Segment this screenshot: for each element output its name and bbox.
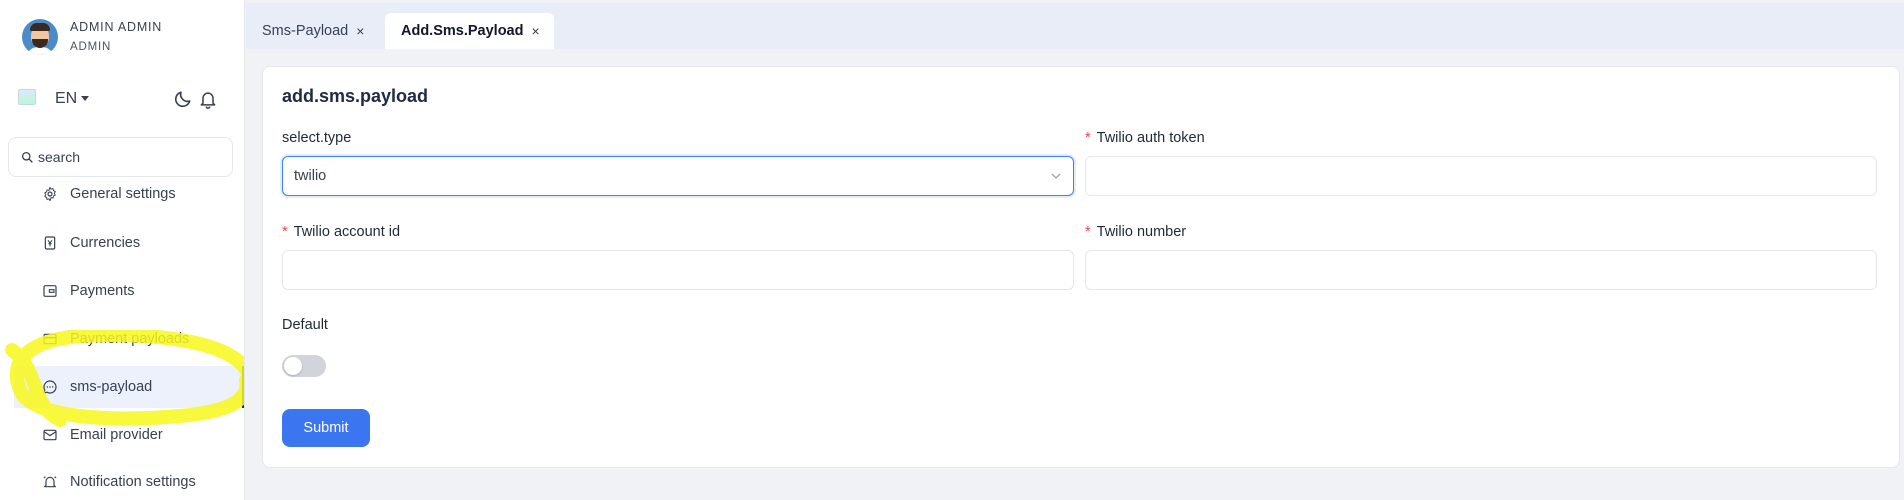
select-type-value: twilio bbox=[294, 168, 327, 184]
account-id-label: * Twilio account id bbox=[282, 224, 401, 240]
sidebar-item-payments[interactable]: Payments bbox=[0, 270, 244, 312]
tab-label: Add.Sms.Payload bbox=[401, 23, 524, 39]
chat-bubble-icon bbox=[43, 380, 57, 394]
moon-icon[interactable] bbox=[173, 89, 193, 109]
twilio-number-input[interactable] bbox=[1085, 250, 1877, 290]
user-role: ADMIN bbox=[70, 41, 112, 53]
caret-down-icon bbox=[81, 96, 90, 102]
sidebar-item-label: Payment payloads bbox=[70, 331, 190, 347]
toggle-knob bbox=[284, 357, 302, 375]
sidebar-item-email-provider[interactable]: Email provider bbox=[0, 414, 244, 456]
sidebar-toolbar: EN bbox=[18, 86, 223, 112]
currency-icon bbox=[44, 236, 56, 250]
sidebar-item-label: sms-payload bbox=[70, 379, 153, 395]
wallet-icon bbox=[43, 285, 57, 297]
search-icon bbox=[21, 151, 33, 163]
default-toggle[interactable] bbox=[282, 355, 326, 377]
sidebar-item-label: General settings bbox=[70, 186, 176, 202]
sidebar-item-label: Email provider bbox=[70, 427, 163, 443]
submit-button[interactable]: Submit bbox=[282, 409, 370, 447]
sidebar-item-sms-payload[interactable]: sms-payload bbox=[14, 366, 244, 408]
language-label: EN bbox=[55, 90, 78, 107]
page-title: add.sms.payload bbox=[282, 86, 429, 106]
auth-token-label: * Twilio auth token bbox=[1085, 130, 1205, 146]
sidebar-item-label: Currencies bbox=[70, 235, 141, 251]
credit-card-icon bbox=[43, 333, 57, 345]
tab-add-sms-payload[interactable]: Add.Sms.Payload × bbox=[385, 13, 554, 49]
search-input[interactable] bbox=[38, 149, 228, 165]
avatar bbox=[22, 19, 58, 55]
form-card: add.sms.payload select.type twilio * Twil… bbox=[262, 66, 1900, 468]
required-mark: * bbox=[282, 224, 288, 240]
required-mark: * bbox=[1085, 224, 1091, 240]
default-label: Default bbox=[282, 317, 328, 333]
bell-icon[interactable] bbox=[198, 88, 218, 110]
required-mark: * bbox=[1085, 130, 1091, 146]
sidebar: ADMIN ADMIN ADMIN EN General settings Cu… bbox=[0, 0, 245, 500]
chevron-down-icon bbox=[1051, 173, 1061, 179]
tab-sms-payload[interactable]: Sms-Payload × bbox=[246, 13, 378, 49]
user-profile[interactable]: ADMIN ADMIN ADMIN bbox=[22, 18, 162, 56]
mail-icon bbox=[43, 429, 57, 441]
tab-bar: Sms-Payload × Add.Sms.Payload × bbox=[246, 3, 1904, 49]
gear-icon bbox=[44, 186, 56, 202]
sidebar-item-currencies[interactable]: Currencies bbox=[0, 222, 244, 264]
close-icon[interactable]: × bbox=[356, 23, 364, 39]
sidebar-item-label: Notification settings bbox=[70, 474, 196, 490]
account-id-input[interactable] bbox=[282, 250, 1074, 290]
flag-icon bbox=[18, 89, 36, 105]
sidebar-item-notification-settings[interactable]: Notification settings bbox=[0, 461, 244, 500]
close-icon[interactable]: × bbox=[531, 23, 539, 39]
bell-ring-icon bbox=[43, 476, 57, 488]
sidebar-item-label: Payments bbox=[70, 283, 135, 299]
twilio-number-label: * Twilio number bbox=[1085, 224, 1187, 240]
tab-label: Sms-Payload bbox=[262, 23, 349, 39]
search-box bbox=[8, 137, 233, 177]
language-selector[interactable]: EN bbox=[55, 90, 90, 108]
select-type-label: select.type bbox=[282, 130, 352, 146]
sidebar-item-general-settings[interactable]: General settings bbox=[0, 173, 244, 215]
select-type-dropdown[interactable]: twilio bbox=[282, 156, 1074, 196]
user-name: ADMIN ADMIN bbox=[70, 20, 163, 34]
auth-token-input[interactable] bbox=[1085, 156, 1877, 196]
sidebar-item-payment-payloads[interactable]: Payment payloads bbox=[0, 318, 244, 360]
